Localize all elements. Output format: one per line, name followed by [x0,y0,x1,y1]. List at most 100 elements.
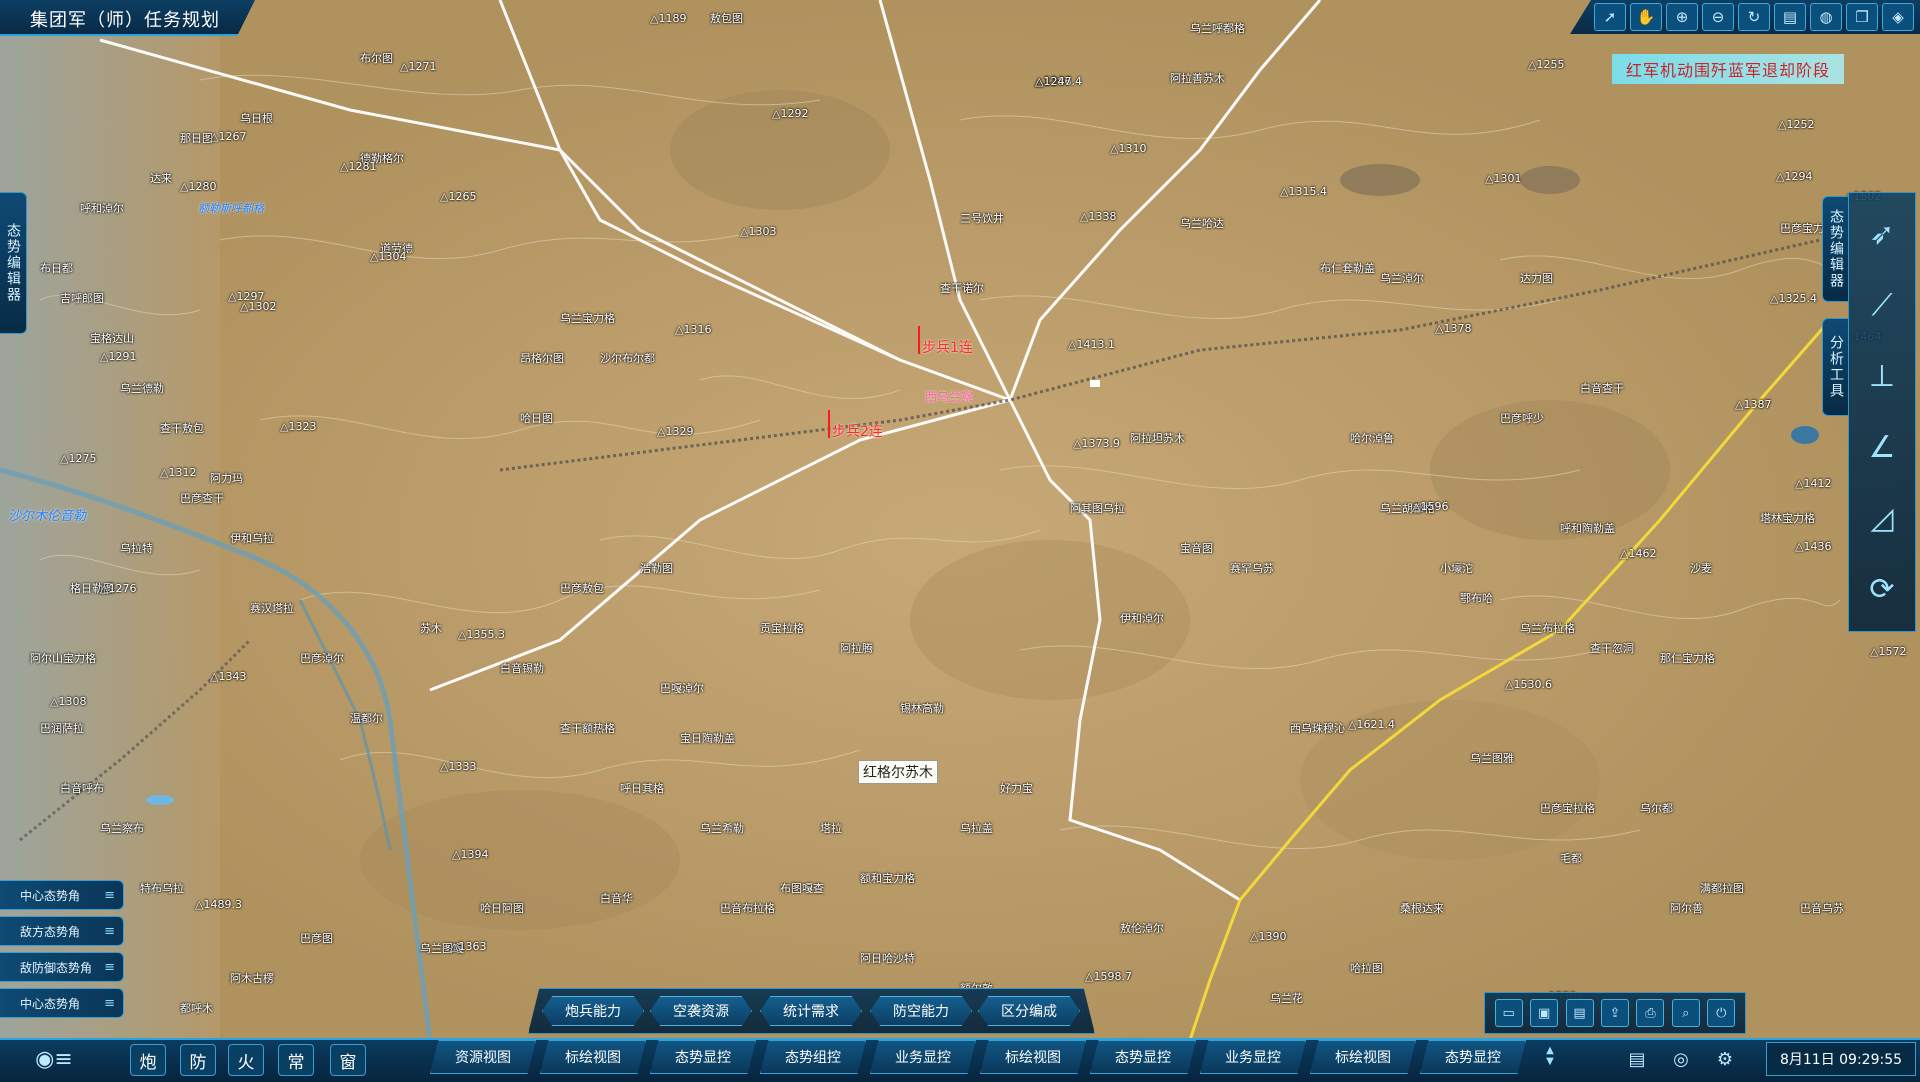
place-label: 那日图 [180,132,213,145]
unit-label-2[interactable]: 步兵2连 [832,421,883,441]
nav-tab-8[interactable]: 业务显控 [1200,1040,1306,1074]
capability-button-4[interactable]: 防空能力 [870,996,972,1026]
elevation-mark: △1303 [740,225,776,238]
view-button-label: 中心态势角 [20,996,81,1011]
elevation-value: 1373.9 [1081,437,1120,450]
view-button-2[interactable]: 敌方态势角 ≡ [0,916,124,946]
capability-button-3[interactable]: 统计需求 [760,996,862,1026]
save-icon[interactable]: ▣ [1530,999,1559,1027]
elevation-mark: △1323 [280,420,316,433]
zoom-in-icon[interactable]: ⊕ [1666,3,1698,31]
tab-scroll-arrows[interactable]: ▲ ▼ [1540,1040,1560,1072]
nav-tab-2[interactable]: 标绘视图 [540,1040,646,1074]
place-label: 贡宝拉格 [760,622,804,635]
export-icon[interactable]: ⇪ [1600,999,1629,1027]
quick-button-3[interactable]: 火 [228,1044,264,1076]
place-label: 巴彦淖尔 [300,652,344,665]
slope-tool-icon[interactable]: ◿ [1856,491,1908,547]
elevation-tool-icon[interactable]: ⊥ [1856,349,1908,405]
nav-tab-4[interactable]: 态势组控 [760,1040,866,1074]
arrow-tool-icon[interactable]: ➶ [1856,207,1908,263]
place-label: 锡林高勒 [900,702,944,715]
right-situation-editor-tab[interactable]: 态势编辑器 [1822,196,1850,302]
nav-tab-9[interactable]: 标绘视图 [1310,1040,1416,1074]
clock: 8月11日 09:29:55 [1766,1042,1916,1076]
quick-button-4[interactable]: 常 [278,1044,314,1076]
place-label: 呼日其格 [620,782,664,795]
place-label: 乌兰哈达 [1180,217,1224,230]
chat-icon[interactable]: ◎ [1666,1044,1696,1074]
elevation-value: 1390 [1258,930,1287,943]
elevation-mark: △1316 [675,323,711,336]
folder-icon[interactable]: ▭ [1494,999,1523,1027]
document-icon[interactable]: ▤ [1622,1044,1652,1074]
home-menu-button[interactable]: ◉≡ [24,1042,84,1076]
place-label: 白音查干 [1580,382,1624,395]
capability-button-1[interactable]: 炮兵能力 [542,996,644,1026]
nav-tab-1[interactable]: 资源视图 [430,1040,536,1074]
quick-button-1[interactable]: 炮 [130,1044,166,1076]
unit-label-1[interactable]: 步兵1连 [922,337,973,357]
elevation-value: 1572 [1878,645,1907,658]
elevation-mark: △1297 [228,290,264,303]
refresh-icon[interactable]: ↻ [1738,3,1770,31]
elevation-mark: △1304 [370,250,406,263]
place-label: 阿日哈沙特 [860,952,915,965]
settings-icon[interactable]: ⚙ [1710,1044,1740,1074]
zoom-out-icon[interactable]: ⊖ [1702,3,1734,31]
elevation-mark: △1621.4 [1348,718,1395,731]
arrow-up-icon[interactable]: ▲ [1546,1045,1554,1056]
view-button-3[interactable]: 敌防御态势角 ≡ [0,952,124,982]
place-label: 昂格尔图 [520,352,564,365]
nav-tab-6[interactable]: 标绘视图 [980,1040,1086,1074]
view-button-label: 敌防御态势角 [20,960,93,975]
rotate-tool-icon[interactable]: ⟳ [1856,562,1908,618]
elevation-value: 1394 [460,848,489,861]
window-icon[interactable]: ❐ [1846,3,1878,31]
view-button-4[interactable]: 中心态势角 ≡ [0,988,124,1018]
nav-tab-10[interactable]: 态势显控 [1420,1040,1526,1074]
left-situation-editor-tab[interactable]: 态势编辑器 [0,192,27,334]
place-label: 巴彦图 [300,932,333,945]
place-label: 塔拉 [820,822,842,835]
elevation-value: 1294 [1784,170,1813,183]
place-label: 毛都 [1560,852,1582,865]
nav-tab-3[interactable]: 态势显控 [650,1040,756,1074]
globe-icon[interactable]: ◍ [1810,3,1842,31]
map-icon[interactable]: ◈ [1882,3,1914,31]
river-label-2: 额勒斯呼都格 [198,202,264,215]
place-label: 敖包图 [710,12,743,25]
nav-tab-7[interactable]: 态势显控 [1090,1040,1196,1074]
elevation-mark: △1301 [1485,172,1521,185]
cursor-icon[interactable]: ➚ [1594,3,1626,31]
capability-button-2[interactable]: 空袭资源 [650,996,752,1026]
nav-tab-5[interactable]: 业务显控 [870,1040,976,1074]
place-label: 阿力玛 [210,472,243,485]
view-button-1[interactable]: 中心态势角 ≡ [0,880,124,910]
print-icon[interactable]: ⎙ [1636,999,1665,1027]
save-as-icon[interactable]: ▤ [1565,999,1594,1027]
distance-tool-icon[interactable]: ⟋ [1856,278,1908,334]
arrow-down-icon[interactable]: ▼ [1546,1056,1554,1067]
elevation-value: 1621.4 [1356,718,1395,731]
quick-button-5[interactable]: 窗 [330,1044,366,1076]
terrain-map[interactable] [0,0,1920,1080]
place-label: 布尔图 [360,52,393,65]
layers-icon[interactable]: ▤ [1774,3,1806,31]
angle-tool-icon[interactable]: ∠ [1856,420,1908,476]
search-doc-icon[interactable]: ⌕ [1671,999,1700,1027]
place-label: 浩勒图 [640,562,673,575]
capability-button-5[interactable]: 区分编成 [978,996,1080,1026]
power-icon[interactable]: ⏻ [1707,999,1736,1027]
place-label: 布仁套勒盖 [1320,262,1375,275]
place-label: 特布乌拉 [140,882,184,895]
analysis-tools-tab[interactable]: 分析工具 [1822,318,1850,416]
elevation-value: 1333 [448,760,477,773]
elevation-value: 1252 [1786,118,1815,131]
elevation-mark: △1572 [1870,645,1906,658]
place-label: 阿木古楞 [230,972,274,985]
pan-hand-icon[interactable]: ✋ [1630,3,1662,31]
quick-button-2[interactable]: 防 [180,1044,216,1076]
place-label: 呼和淖尔 [80,202,124,215]
elevation-value: 1303 [748,225,777,238]
